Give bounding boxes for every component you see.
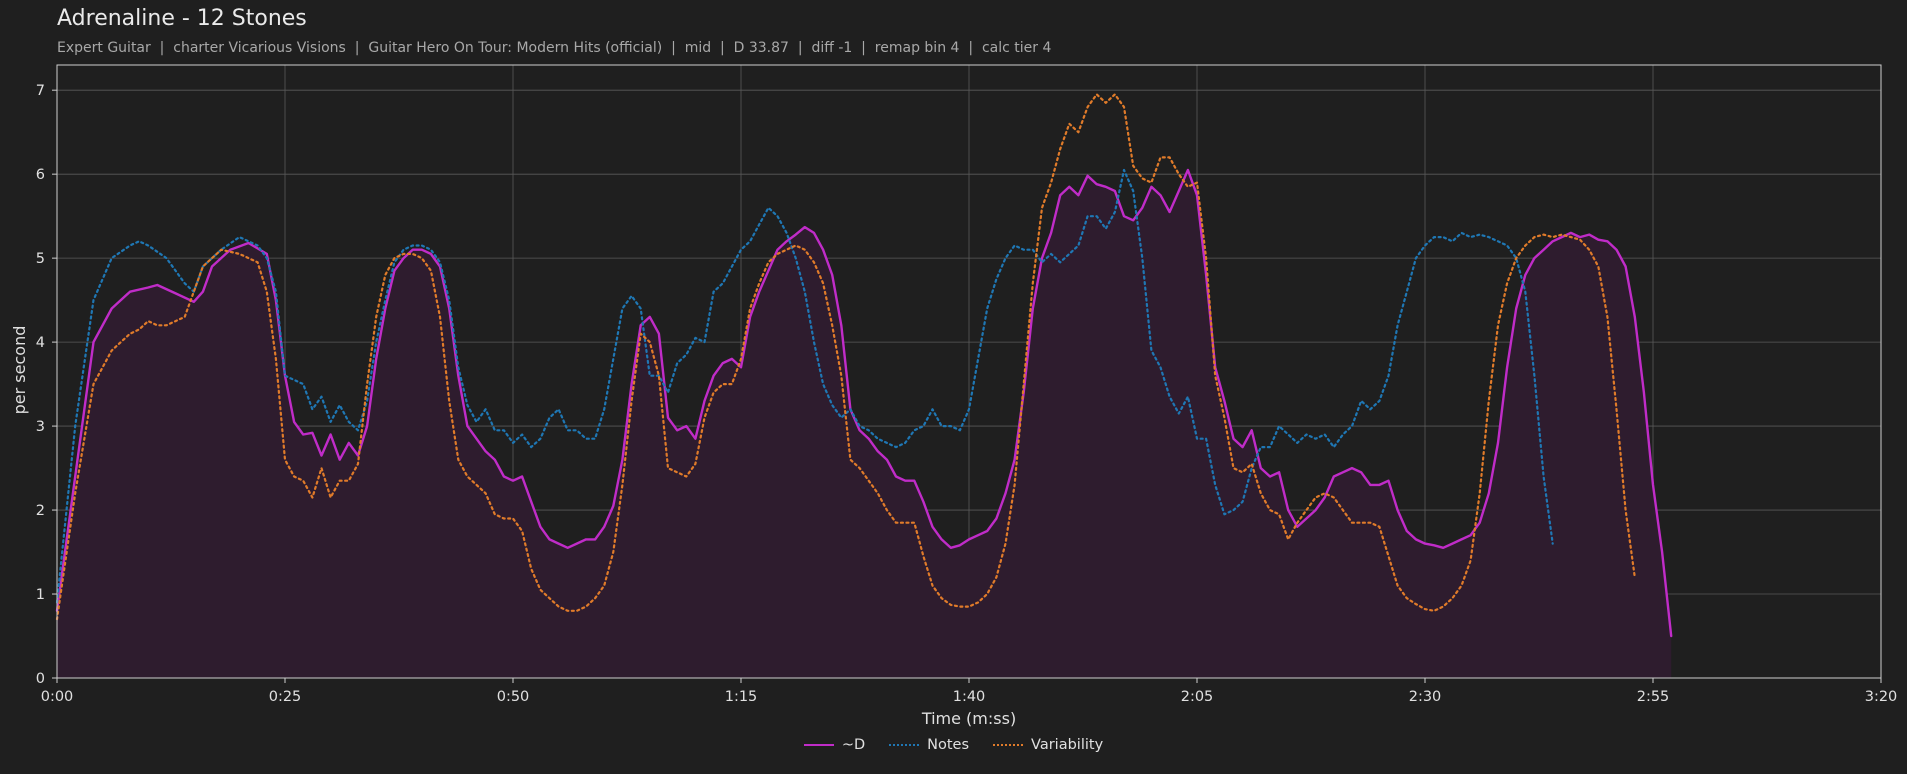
legend-item-notes[interactable]: Notes [889,737,969,753]
y-tick-label: 6 [36,167,45,183]
y-tick-label: 5 [36,251,45,267]
y-tick-label: 1 [36,587,45,603]
chart-legend: ~D Notes Variability [0,737,1907,753]
y-axis-label: per second [10,326,29,415]
legend-swatch-notes [889,744,920,746]
y-tick-label: 4 [36,335,45,351]
x-axis-label: Time (m:ss) [921,709,1016,728]
x-tick-label: 2:05 [1181,689,1214,705]
legend-label-variability: Variability [1031,737,1104,753]
x-tick-label: 0:00 [41,689,74,705]
x-tick-label: 3:20 [1865,689,1898,705]
y-tick-label: 2 [36,503,45,519]
legend-label-d: ~D [841,737,866,753]
x-tick-label: 0:50 [497,689,530,705]
x-tick-label: 1:40 [953,689,986,705]
legend-swatch-d [803,744,834,746]
y-tick-label: 0 [36,671,45,687]
legend-item-variability[interactable]: Variability [993,737,1103,753]
x-tick-label: 1:15 [725,689,758,705]
x-tick-label: 2:30 [1409,689,1442,705]
line-chart: 0:00 0:25 0:50 1:15 1:40 2:05 2:30 2:55 3:20 0 1 2 3… [10,64,1898,728]
x-tick-label: 0:25 [269,689,302,705]
x-tick-label: 2:55 [1637,689,1670,705]
y-tick-label: 7 [36,83,45,99]
legend-label-notes: Notes [927,737,970,753]
legend-swatch-variability [993,744,1024,746]
y-tick-label: 3 [36,419,45,435]
legend-item-d[interactable]: ~D [803,737,866,753]
